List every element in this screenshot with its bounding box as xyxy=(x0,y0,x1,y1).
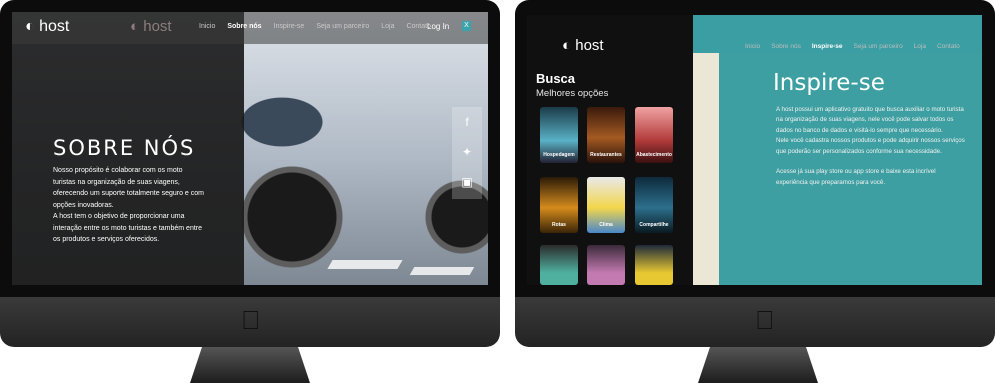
tile-restaurantes[interactable]: Restaurantes xyxy=(587,107,625,163)
monitor-stand xyxy=(190,347,310,383)
tile-label: Rotas xyxy=(552,222,566,228)
tile-label: Restaurantes xyxy=(590,152,622,158)
nav-link-inspire-se[interactable]: Inspire-se xyxy=(274,23,305,30)
about-text: Nosso propósito é colaborar com os moto … xyxy=(53,167,204,243)
nav-link-loja[interactable]: Loja xyxy=(914,43,926,50)
nav-link-seja-parceiro[interactable]: Seja um parceiro xyxy=(316,23,369,30)
section-title: Inspire-se xyxy=(773,70,885,96)
nav-links: Inicio Sobre nós Inspire-se Seja um parc… xyxy=(745,43,960,50)
website-screen: ◐ host Inicio Sobre nós Inspire-se Seja … xyxy=(527,15,982,285)
helmet-icon: ◐ xyxy=(25,18,35,35)
logo-text: host xyxy=(39,18,70,35)
logo-text: host xyxy=(143,18,172,35)
helmet-icon: ◐ xyxy=(130,18,140,35)
section-text: A host possui um aplicativo gratuito que… xyxy=(776,106,965,186)
host-logo[interactable]: ◐ host xyxy=(562,37,604,54)
nav-link-seja-parceiro[interactable]: Seja um parceiro xyxy=(854,43,903,50)
helmet-icon: ◐ xyxy=(562,37,572,54)
twitter-icon[interactable]: ✦ xyxy=(452,137,482,167)
sidebar-subtitle: Melhores opções xyxy=(536,88,609,99)
login-link[interactable]: Log In xyxy=(427,22,449,31)
road-stripe xyxy=(409,267,475,275)
host-logo[interactable]: ◐ host xyxy=(25,18,69,36)
tile-compartilhe[interactable]: Compartilhe xyxy=(635,177,673,233)
left-monitor:  ◐ host ◐ host Inicio Sobre nós Inspire… xyxy=(0,0,500,383)
facebook-icon[interactable]: f xyxy=(452,107,482,137)
nav-link-sobre-nos[interactable]: Sobre nós xyxy=(227,23,261,30)
tile-label: Abastecimento xyxy=(636,152,672,158)
social-bar: f ✦ ▣ xyxy=(452,107,482,199)
apple-logo-icon:  xyxy=(241,305,261,336)
notebook-strip xyxy=(693,53,719,285)
tile-rotas[interactable]: Rotas xyxy=(540,177,578,233)
nav-links: Inicio Sobre nós Inspire-se Seja um parc… xyxy=(199,23,431,30)
road-stripe xyxy=(327,260,403,269)
tile-clima[interactable]: Clima xyxy=(587,177,625,233)
nav-link-inicio[interactable]: Inicio xyxy=(745,43,760,50)
nav-link-loja[interactable]: Loja xyxy=(381,23,394,30)
tile-abastecimento[interactable]: Abastecimento xyxy=(635,107,673,163)
tile-label: Clima xyxy=(599,222,613,228)
top-navbar: ◐ host Inicio Sobre nós Inspire-se Seja … xyxy=(527,37,982,57)
tile-extra[interactable] xyxy=(587,245,625,285)
nav-link-inspire-se[interactable]: Inspire-se xyxy=(812,43,843,50)
logo-text: host xyxy=(575,37,604,54)
nav-link-contato[interactable]: Contato xyxy=(937,43,960,50)
tile-hospedagem[interactable]: Hospedagem xyxy=(540,107,578,163)
top-navbar: ◐ host ◐ host Inicio Sobre nós Inspire-s… xyxy=(12,12,488,44)
sidebar-title: Busca xyxy=(536,71,576,86)
instagram-icon[interactable]: ▣ xyxy=(452,167,482,197)
tile-label: Compartilhe xyxy=(639,222,669,228)
page-title: SOBRE NÓS xyxy=(53,136,196,160)
tile-label: Hospedagem xyxy=(543,152,575,158)
right-monitor:  ◐ host Inicio Sobre nós Inspire-se Sej… xyxy=(515,0,995,383)
tile-extra[interactable] xyxy=(540,245,578,285)
website-screen: ◐ host ◐ host Inicio Sobre nós Inspire-s… xyxy=(12,12,488,285)
tile-extra[interactable] xyxy=(635,245,673,285)
nav-link-inicio[interactable]: Inicio xyxy=(199,23,215,30)
apple-logo-icon:  xyxy=(755,305,775,336)
host-logo-ghost: ◐ host xyxy=(130,18,172,35)
monitor-stand xyxy=(698,347,818,383)
nav-link-sobre-nos[interactable]: Sobre nós xyxy=(771,43,801,50)
close-button[interactable]: X xyxy=(462,21,471,31)
